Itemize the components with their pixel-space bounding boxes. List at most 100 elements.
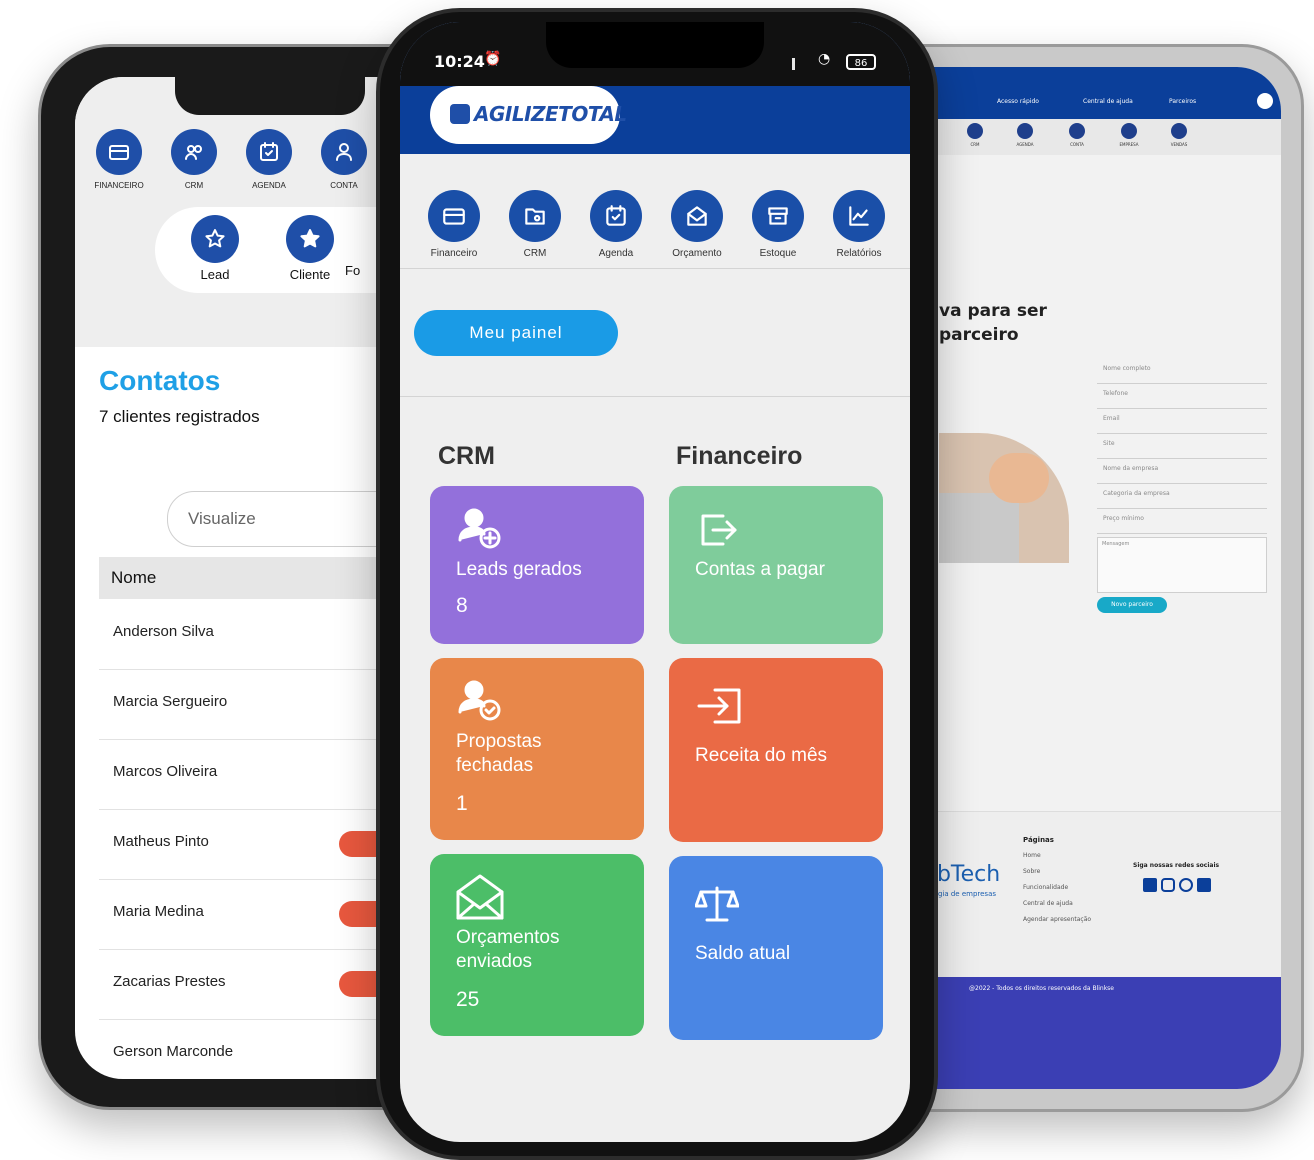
notch (175, 77, 365, 115)
contact-name: Maria Medina (113, 903, 204, 920)
nav-label: CRM (184, 181, 204, 190)
pill-label: Lead (200, 267, 230, 282)
nav-empresa[interactable]: EMPRESA (1109, 123, 1149, 147)
contact-name: Zacarias Prestes (113, 973, 226, 990)
divider (400, 396, 910, 397)
search-placeholder: Visualize (188, 509, 256, 528)
wifi-icon: ◔ (818, 51, 831, 67)
card-receita-do-mes[interactable]: Receita do mês (669, 658, 883, 842)
export-icon (701, 514, 737, 546)
footer-link[interactable]: Central de ajuda (1023, 896, 1091, 912)
calendar-icon (590, 190, 642, 242)
battery-icon: 86 (846, 54, 876, 70)
card-title-line-1: Orçamentos (456, 927, 560, 948)
page-subtitle: 7 clientes registrados (99, 407, 260, 426)
message-textarea[interactable]: Mensagem (1097, 537, 1267, 593)
link-central-ajuda[interactable]: Central de ajuda (1083, 98, 1133, 105)
field-placeholder: Nome da empresa (1103, 465, 1159, 472)
pill-partial[interactable]: Fo (345, 263, 375, 278)
nav-agenda[interactable]: AGENDA (1005, 123, 1045, 147)
nav-label: AGENDA (252, 181, 286, 190)
field-telefone[interactable]: Telefone (1097, 384, 1267, 409)
card-orcamentos-enviados[interactable]: Orçamentos enviados 25 (430, 854, 644, 1036)
user-avatar-icon[interactable] (1257, 93, 1273, 109)
user-icon (321, 129, 367, 175)
link-parceiros[interactable]: Parceiros (1169, 98, 1196, 105)
nav-conta[interactable]: CONTA (1057, 123, 1097, 147)
nav-conta[interactable]: CONTA (314, 129, 374, 190)
card-saldo-atual[interactable]: Saldo atual (669, 856, 883, 1040)
card-title-line-2: fechadas (456, 755, 534, 776)
textarea-placeholder: Mensagem (1102, 541, 1130, 547)
logo-badge[interactable]: AGILIZETOTAL (430, 86, 627, 144)
whatsapp-icon[interactable] (1179, 878, 1193, 892)
star-icon (286, 215, 334, 263)
users-icon (171, 129, 217, 175)
heading-line-1: va para ser (939, 301, 1047, 321)
table-row[interactable]: Anderson Silva (99, 599, 419, 670)
card-propostas-fechadas[interactable]: Propostas fechadas 1 (430, 658, 644, 840)
social-icons (1143, 878, 1211, 892)
card-leads-gerados[interactable]: Leads gerados 8 (430, 486, 644, 644)
field-placeholder: Nome completo (1103, 365, 1151, 372)
nav-relatorios[interactable]: Relatórios (819, 190, 899, 259)
nav-financeiro[interactable]: FINANCEIRO (89, 129, 149, 190)
link-acesso-rapido[interactable]: Acesso rápido (997, 98, 1039, 105)
puzzle-piece (939, 493, 1019, 563)
table-row[interactable]: Matheus Pinto (99, 809, 419, 880)
alarm-icon: ⏰ (484, 51, 502, 67)
facebook-icon[interactable] (1143, 878, 1157, 892)
nav-crm[interactable]: CRM (495, 190, 575, 259)
card-title-line-2: enviados (456, 951, 533, 972)
footer-link[interactable]: Agendar apresentação (1023, 912, 1091, 928)
field-site[interactable]: Site (1097, 434, 1267, 459)
partner-heading: va para ser parceiro (939, 299, 1047, 347)
nav-vendas[interactable]: VENDAS (1159, 123, 1199, 147)
footer-link[interactable]: Funcionalidade (1023, 880, 1091, 896)
footer-link[interactable]: Sobre (1023, 864, 1091, 880)
pill-cliente[interactable]: Cliente (280, 215, 340, 282)
nav-crm[interactable]: CRM (955, 123, 995, 147)
footer-pages: Home Sobre Funcionalidade Central de aju… (1023, 848, 1091, 928)
field-categoria[interactable]: Categoria da empresa (1097, 484, 1267, 509)
pill-lead[interactable]: Lead (185, 215, 245, 282)
field-email[interactable]: Email (1097, 409, 1267, 434)
field-nome[interactable]: Nome completo (1097, 359, 1267, 384)
section-crm-title: CRM (438, 442, 495, 470)
card-contas-a-pagar[interactable]: Contas a pagar (669, 486, 883, 644)
field-placeholder: Telefone (1103, 390, 1128, 397)
field-placeholder: Categoria da empresa (1103, 490, 1170, 497)
nav-crm[interactable]: CRM (164, 129, 224, 190)
table-row[interactable]: Zacarias Prestes (99, 949, 419, 1020)
center-phone-screen: 10:24 ⏰ ◔ 86 AGILIZETOTAL Financeiro CRM… (400, 22, 910, 1142)
nav-financeiro[interactable]: Financeiro (414, 190, 494, 259)
nav-label: Relatórios (836, 248, 882, 259)
nav-agenda[interactable]: AGENDA (239, 129, 299, 190)
card-title: Contas a pagar (695, 559, 825, 580)
email-icon[interactable] (1197, 878, 1211, 892)
nav-agenda[interactable]: Agenda (576, 190, 656, 259)
section-financeiro-title: Financeiro (676, 442, 803, 470)
nav-orcamento[interactable]: Orçamento (657, 190, 737, 259)
puzzle-handshake-image (939, 433, 1069, 563)
mail-open-icon (671, 190, 723, 242)
table-row[interactable]: Gerson Marconde (99, 1019, 419, 1079)
instagram-icon[interactable] (1161, 878, 1175, 892)
meu-painel-button[interactable]: Meu painel (414, 310, 618, 356)
folder-icon (509, 190, 561, 242)
table-row[interactable]: Marcos Oliveira (99, 739, 419, 810)
nav-estoque[interactable]: Estoque (738, 190, 818, 259)
field-preco[interactable]: Preço mínimo (1097, 509, 1267, 534)
footer-link[interactable]: Home (1023, 848, 1091, 864)
table-row[interactable]: Marcia Sergueiro (99, 669, 419, 740)
field-placeholder: Email (1103, 415, 1120, 422)
nav-label: Estoque (759, 248, 797, 259)
calendar-icon (246, 129, 292, 175)
contact-name: Marcos Oliveira (113, 763, 218, 780)
submit-button[interactable]: Novo parceiro (1097, 597, 1167, 613)
contact-name: Marcia Sergueiro (113, 693, 228, 710)
footer-pages-title: Páginas (1023, 836, 1054, 844)
table-row[interactable]: Maria Medina (99, 879, 419, 950)
card-value: 8 (456, 594, 468, 617)
field-empresa[interactable]: Nome da empresa (1097, 459, 1267, 484)
